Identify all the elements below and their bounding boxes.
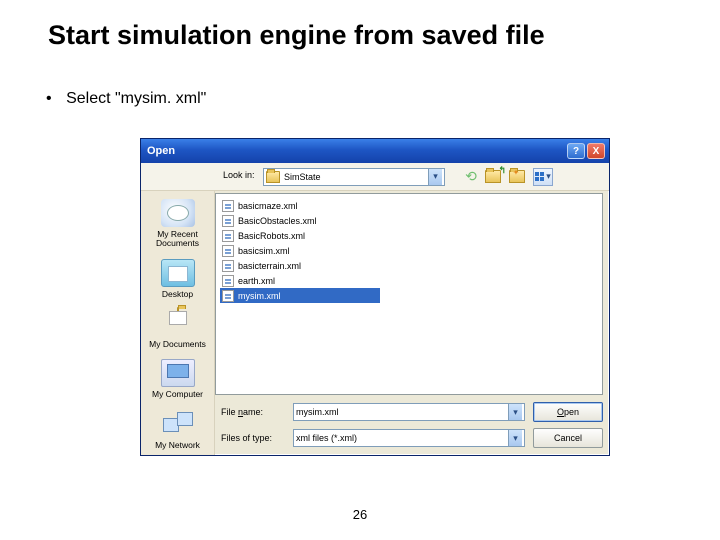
mydocuments-icon [161,309,195,337]
place-mycomputer[interactable]: My Computer [147,357,209,403]
places-bar: My Recent Documents Desktop My Documents… [141,191,215,455]
bullet-dot-icon: • [46,90,52,107]
place-mynetwork[interactable]: My Network [147,408,209,454]
bullet-item: • Select "mysim. xml" [46,90,206,108]
chevron-down-icon: ▾ [508,430,522,446]
file-name: basicmaze.xml [238,201,298,211]
xml-file-icon [222,290,234,302]
file-list[interactable]: basicmaze.xml BasicObstacles.xml BasicRobo… [215,193,603,395]
file-item[interactable]: BasicObstacles.xml [220,213,380,228]
file-item[interactable]: mysim.xml [220,288,380,303]
file-name: BasicRobots.xml [238,231,305,241]
chevron-down-icon: ▾ [428,169,442,185]
xml-file-icon [222,215,234,227]
place-label: My Documents [147,340,209,349]
bullet-text: Select "mysim. xml" [66,90,206,107]
xml-file-icon [222,200,234,212]
lookin-label: Look in: [223,170,255,180]
file-name: BasicObstacles.xml [238,216,317,226]
filename-value: mysim.xml [296,407,339,417]
filename-label: File name: [215,407,285,417]
desktop-icon [161,259,195,287]
filetype-label: Files of type: [215,433,285,443]
filename-input[interactable]: mysim.xml ▾ [293,403,525,421]
mycomputer-icon [161,359,195,387]
dialog-titlebar[interactable]: Open ? X [141,139,609,163]
place-label: My Network [147,441,209,450]
views-menu-button[interactable]: ▾ [533,168,553,186]
up-arrow-icon: ↰ [498,165,506,176]
place-label: My Computer [147,390,209,399]
xml-file-icon [222,230,234,242]
open-button[interactable]: Open [533,402,603,422]
mynetwork-icon [161,410,195,438]
file-name: basicterrain.xml [238,261,301,271]
place-label: My Recent Documents [147,230,209,249]
folder-icon [266,171,280,183]
up-one-level-button[interactable]: ↰ [485,167,505,187]
dialog-title: Open [147,145,175,157]
place-recent[interactable]: My Recent Documents [147,197,209,253]
filetype-value: xml files (*.xml) [296,433,357,443]
xml-file-icon [222,275,234,287]
file-name: mysim.xml [238,291,281,301]
file-item[interactable]: basicterrain.xml [220,258,380,273]
place-mydocuments[interactable]: My Documents [147,307,209,353]
slide-title: Start simulation engine from saved file [48,20,545,51]
chevron-down-icon: ▾ [508,404,522,420]
close-button[interactable]: X [587,143,605,159]
place-label: Desktop [147,290,209,299]
file-item[interactable]: basicsim.xml [220,243,380,258]
lookin-value: SimState [284,172,321,182]
filetype-dropdown[interactable]: xml files (*.xml) ▾ [293,429,525,447]
xml-file-icon [222,260,234,272]
dialog-toolbar: SimState ▾ ⟲ ↰ ▾ [141,163,609,191]
back-button[interactable]: ⟲ [461,167,481,187]
file-item[interactable]: BasicRobots.xml [220,228,380,243]
place-desktop[interactable]: Desktop [147,257,209,303]
recent-icon [161,199,195,227]
cancel-button[interactable]: Cancel [533,428,603,448]
new-folder-button[interactable] [509,167,529,187]
file-name: basicsim.xml [238,246,290,256]
help-button[interactable]: ? [567,143,585,159]
xml-file-icon [222,245,234,257]
open-dialog: Open ? X Look in: SimState ▾ ⟲ ↰ ▾ My Re [140,138,610,456]
file-name: earth.xml [238,276,275,286]
lookin-dropdown[interactable]: SimState ▾ [263,168,445,186]
folder-icon [509,170,525,183]
page-number: 26 [0,507,720,522]
file-item[interactable]: basicmaze.xml [220,198,380,213]
file-item[interactable]: earth.xml [220,273,380,288]
